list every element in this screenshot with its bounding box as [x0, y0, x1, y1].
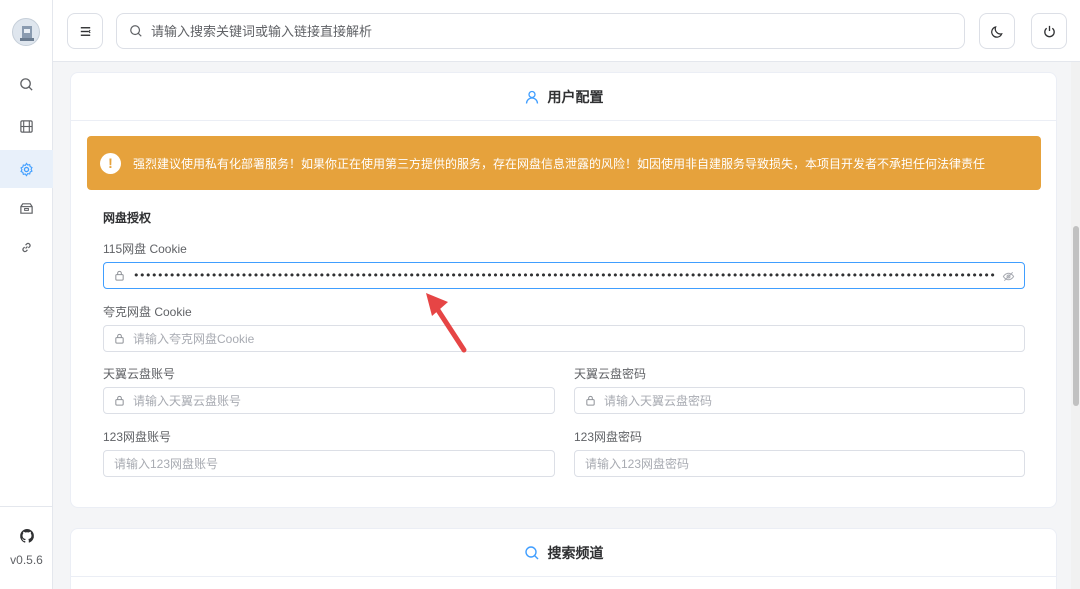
pan123-account-field[interactable]: 请输入123网盘账号: [103, 450, 555, 477]
annotation-arrow-icon: [426, 293, 467, 353]
warning-alert: ! 强烈建议使用私有化部署服务！如果你正在使用第三方提供的服务，存在网盘信息泄露…: [87, 136, 1041, 190]
page-scrollbar-thumb[interactable]: [1073, 226, 1079, 406]
label-123-account: 123网盘账号: [103, 430, 172, 444]
film-icon: [20, 119, 33, 133]
lock-icon: [586, 395, 595, 406]
pan123-password-placeholder: 请输入123网盘密码: [585, 457, 690, 471]
cookie-115-field[interactable]: ••••••••••••••••••••••••••••••••••••••••…: [103, 262, 1025, 289]
gear-icon: [20, 161, 33, 177]
power-icon: [1043, 25, 1055, 37]
label-115-cookie: 115网盘 Cookie: [103, 242, 187, 256]
sidebar-item-search[interactable]: [0, 65, 53, 103]
theme-toggle-button[interactable]: [979, 13, 1015, 49]
search-icon: [20, 77, 33, 91]
logout-button[interactable]: [1031, 13, 1067, 49]
label-tianyi-account: 天翼云盘账号: [103, 367, 176, 381]
warning-icon: !: [100, 152, 121, 174]
warning-text: 强烈建议使用私有化部署服务！如果你正在使用第三方提供的服务，存在网盘信息泄露的风…: [133, 156, 986, 171]
lock-icon: [115, 270, 124, 281]
cookie-115-value: ••••••••••••••••••••••••••••••••••••••••…: [133, 269, 995, 282]
version-label: v0.5.6: [10, 553, 43, 567]
sidebar-item-links[interactable]: [0, 228, 53, 266]
pan123-password-field[interactable]: 请输入123网盘密码: [574, 450, 1025, 477]
search-icon: [524, 545, 538, 559]
github-icon[interactable]: [19, 528, 35, 544]
search-channels-card: 搜索频道: [70, 528, 1057, 589]
quark-cookie-placeholder: 请输入夸克网盘Cookie: [133, 332, 255, 346]
app-logo[interactable]: [12, 18, 40, 46]
search-channels-title: 搜索频道: [547, 544, 604, 561]
user-config-card: 用户配置 ! 强烈建议使用私有化部署服务！如果你正在使用第三方提供的服务，存在网…: [70, 72, 1057, 508]
section-title-auth: 网盘授权: [103, 211, 152, 225]
lock-icon: [115, 333, 124, 344]
logo-icon: [20, 26, 34, 41]
tianyi-account-field[interactable]: 请输入天翼云盘账号: [103, 387, 555, 414]
tianyi-password-placeholder: 请输入天翼云盘密码: [604, 394, 713, 408]
label-123-password: 123网盘密码: [574, 430, 643, 444]
sidebar-divider: [0, 506, 53, 507]
search-icon: [130, 25, 142, 37]
moon-icon: [990, 25, 1003, 38]
link-icon: [22, 242, 31, 252]
label-tianyi-password: 天翼云盘密码: [574, 367, 647, 381]
search-input[interactable]: [151, 23, 931, 39]
global-search-box[interactable]: [116, 13, 965, 49]
search-channels-header: 搜索频道: [71, 529, 1056, 577]
user-config-header: 用户配置: [71, 73, 1056, 121]
user-icon: [525, 90, 538, 104]
lock-icon: [115, 395, 124, 406]
sidebar-item-box[interactable]: [0, 189, 53, 227]
menu-icon: [80, 26, 91, 36]
box-icon: [20, 202, 33, 214]
user-config-title: 用户配置: [547, 88, 604, 105]
sidebar: v0.5.6: [0, 0, 53, 589]
top-header: [53, 0, 1080, 62]
tianyi-account-placeholder: 请输入天翼云盘账号: [133, 394, 242, 408]
sidebar-item-settings[interactable]: [0, 150, 53, 188]
menu-toggle-button[interactable]: [67, 13, 103, 49]
quark-cookie-field[interactable]: 请输入夸克网盘Cookie: [103, 325, 1025, 352]
sidebar-footer: v0.5.6: [0, 528, 53, 567]
sidebar-item-movies[interactable]: [0, 107, 53, 145]
pan123-account-placeholder: 请输入123网盘账号: [114, 457, 219, 471]
label-quark-cookie: 夸克网盘 Cookie: [103, 305, 192, 319]
eye-off-icon[interactable]: [1002, 270, 1015, 283]
tianyi-password-field[interactable]: 请输入天翼云盘密码: [574, 387, 1025, 414]
